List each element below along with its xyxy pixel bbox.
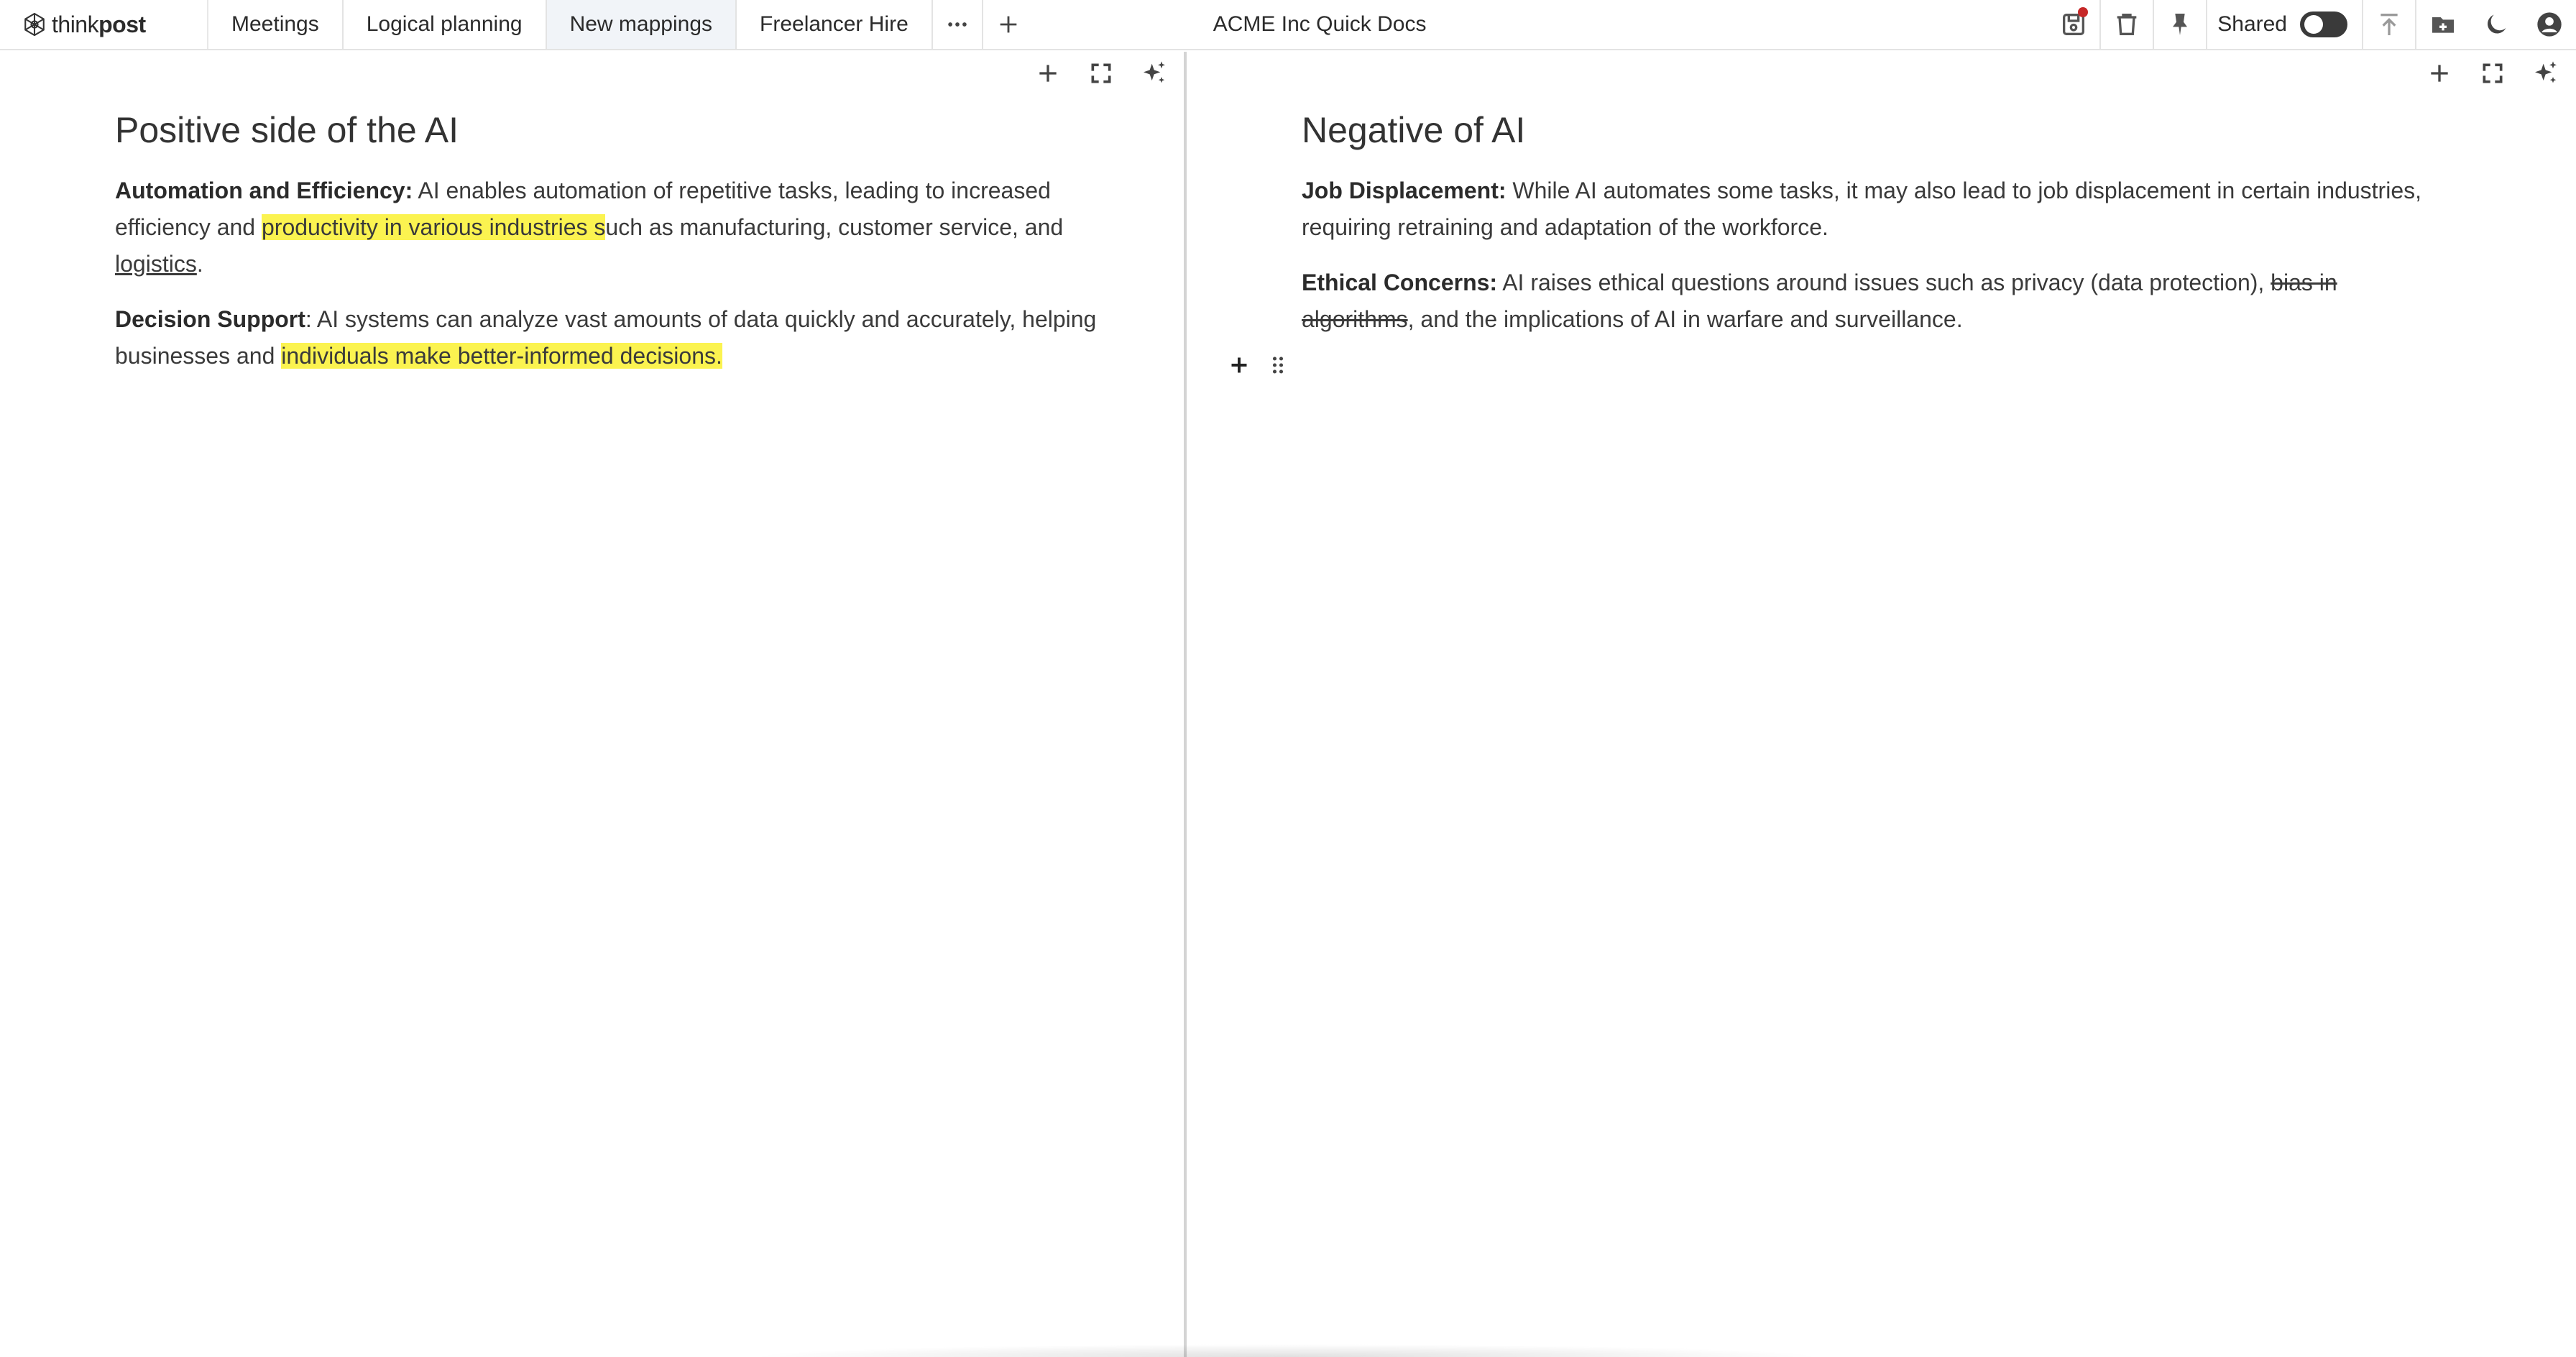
top-bar: think post Meetings Logical planning New … — [0, 0, 2576, 50]
tab-freelancer-hire[interactable]: Freelancer Hire — [737, 0, 933, 49]
pin-button[interactable] — [2154, 0, 2208, 49]
add-block-button[interactable] — [1034, 59, 1062, 88]
pane-divider[interactable] — [1184, 52, 1187, 1357]
ai-assist-button[interactable] — [1140, 59, 1169, 88]
add-tab-button[interactable] — [983, 0, 1034, 49]
plus-icon — [1039, 65, 1057, 82]
plus-icon — [2431, 65, 2448, 82]
fullscreen-icon — [1091, 63, 1111, 83]
more-tabs-button[interactable] — [933, 0, 983, 49]
ai-assist-button[interactable] — [2531, 59, 2560, 88]
tab-logical-planning[interactable]: Logical planning — [344, 0, 547, 49]
highlighted-text: productivity in various industries s — [261, 214, 606, 240]
paragraph-text: uch as manufacturing, customer service, … — [605, 214, 1064, 240]
highlighted-text: individuals make better-informed decisio… — [281, 343, 722, 369]
sparkle-icon — [1144, 61, 1165, 83]
new-folder-button[interactable] — [2416, 0, 2470, 49]
right-editor-pane: Negative of AI Job Displacement: While A… — [1187, 52, 2576, 1357]
trash-icon — [2117, 14, 2137, 35]
right-document[interactable]: Negative of AI Job Displacement: While A… — [1302, 109, 2423, 356]
fullscreen-icon — [2483, 63, 2503, 83]
fullscreen-button[interactable] — [2478, 59, 2507, 88]
dark-mode-button[interactable] — [2470, 0, 2523, 49]
insert-block-button[interactable] — [1226, 352, 1252, 378]
left-pane-tools — [1034, 59, 1169, 88]
pin-icon — [2173, 14, 2188, 35]
sparkle-icon — [2535, 61, 2557, 83]
underlined-text: logistics — [115, 251, 197, 277]
account-button[interactable] — [2523, 0, 2576, 49]
logo-text-light: think — [52, 11, 99, 37]
shared-control: Shared — [2207, 0, 2363, 49]
paragraph-decision-support: Decision Support: AI systems can analyze… — [115, 301, 1150, 374]
bottom-shadow — [748, 1344, 1826, 1357]
paragraph-job-displacement: Job Displacement: While AI automates som… — [1302, 172, 2423, 246]
paragraph-label: Job Displacement: — [1302, 178, 1506, 203]
more-horizontal-icon — [948, 22, 967, 27]
publish-button[interactable] — [2363, 0, 2416, 49]
logo-text-bold: post — [98, 11, 146, 37]
drag-handle[interactable] — [1265, 352, 1291, 378]
left-editor-pane: Positive side of the AI Automation and E… — [0, 52, 1184, 1357]
block-controls — [1226, 352, 1291, 378]
tab-meetings[interactable]: Meetings — [208, 0, 344, 49]
logo-icon — [24, 12, 45, 37]
toolbar-right: Shared — [2048, 0, 2576, 49]
paragraph-label: Ethical Concerns: — [1302, 270, 1498, 295]
paragraph-automation: Automation and Efficiency: AI enables au… — [115, 172, 1150, 282]
plus-icon — [1231, 357, 1247, 373]
paragraph-text: . — [196, 251, 203, 277]
save-button[interactable] — [2048, 0, 2102, 49]
left-document[interactable]: Positive side of the AI Automation and E… — [115, 109, 1150, 393]
right-pane-tools — [2425, 59, 2560, 88]
tab-new-mappings[interactable]: New mappings — [546, 0, 737, 49]
paragraph-ethical-concerns: Ethical Concerns: AI raises ethical ques… — [1302, 264, 2423, 338]
new-folder-icon — [2432, 17, 2454, 33]
paragraph-text: , and the implications of AI in warfare … — [1407, 306, 1963, 332]
toggle-knob — [2304, 15, 2323, 34]
account-icon — [2537, 12, 2562, 37]
add-block-button[interactable] — [2425, 59, 2454, 88]
drag-handle-icon — [1272, 356, 1284, 374]
shared-toggle[interactable] — [2300, 12, 2347, 37]
document-heading: Negative of AI — [1302, 110, 1526, 150]
shared-label: Shared — [2217, 12, 2287, 36]
paragraph-label: Decision Support — [115, 306, 305, 332]
plus-icon — [1000, 16, 1017, 33]
app-logo[interactable]: think post — [0, 0, 208, 49]
document-title: ACME Inc Quick Docs — [1213, 12, 1427, 36]
document-heading: Positive side of the AI — [115, 110, 459, 150]
paragraph-label: Automation and Efficiency: — [115, 178, 413, 203]
moon-icon — [2488, 14, 2506, 34]
paragraph-text: AI raises ethical questions around issue… — [1497, 270, 2271, 295]
fullscreen-button[interactable] — [1087, 59, 1116, 88]
tab-bar: Meetings Logical planning New mappings F… — [208, 0, 1034, 49]
delete-button[interactable] — [2101, 0, 2155, 49]
upload-icon — [2380, 14, 2398, 35]
